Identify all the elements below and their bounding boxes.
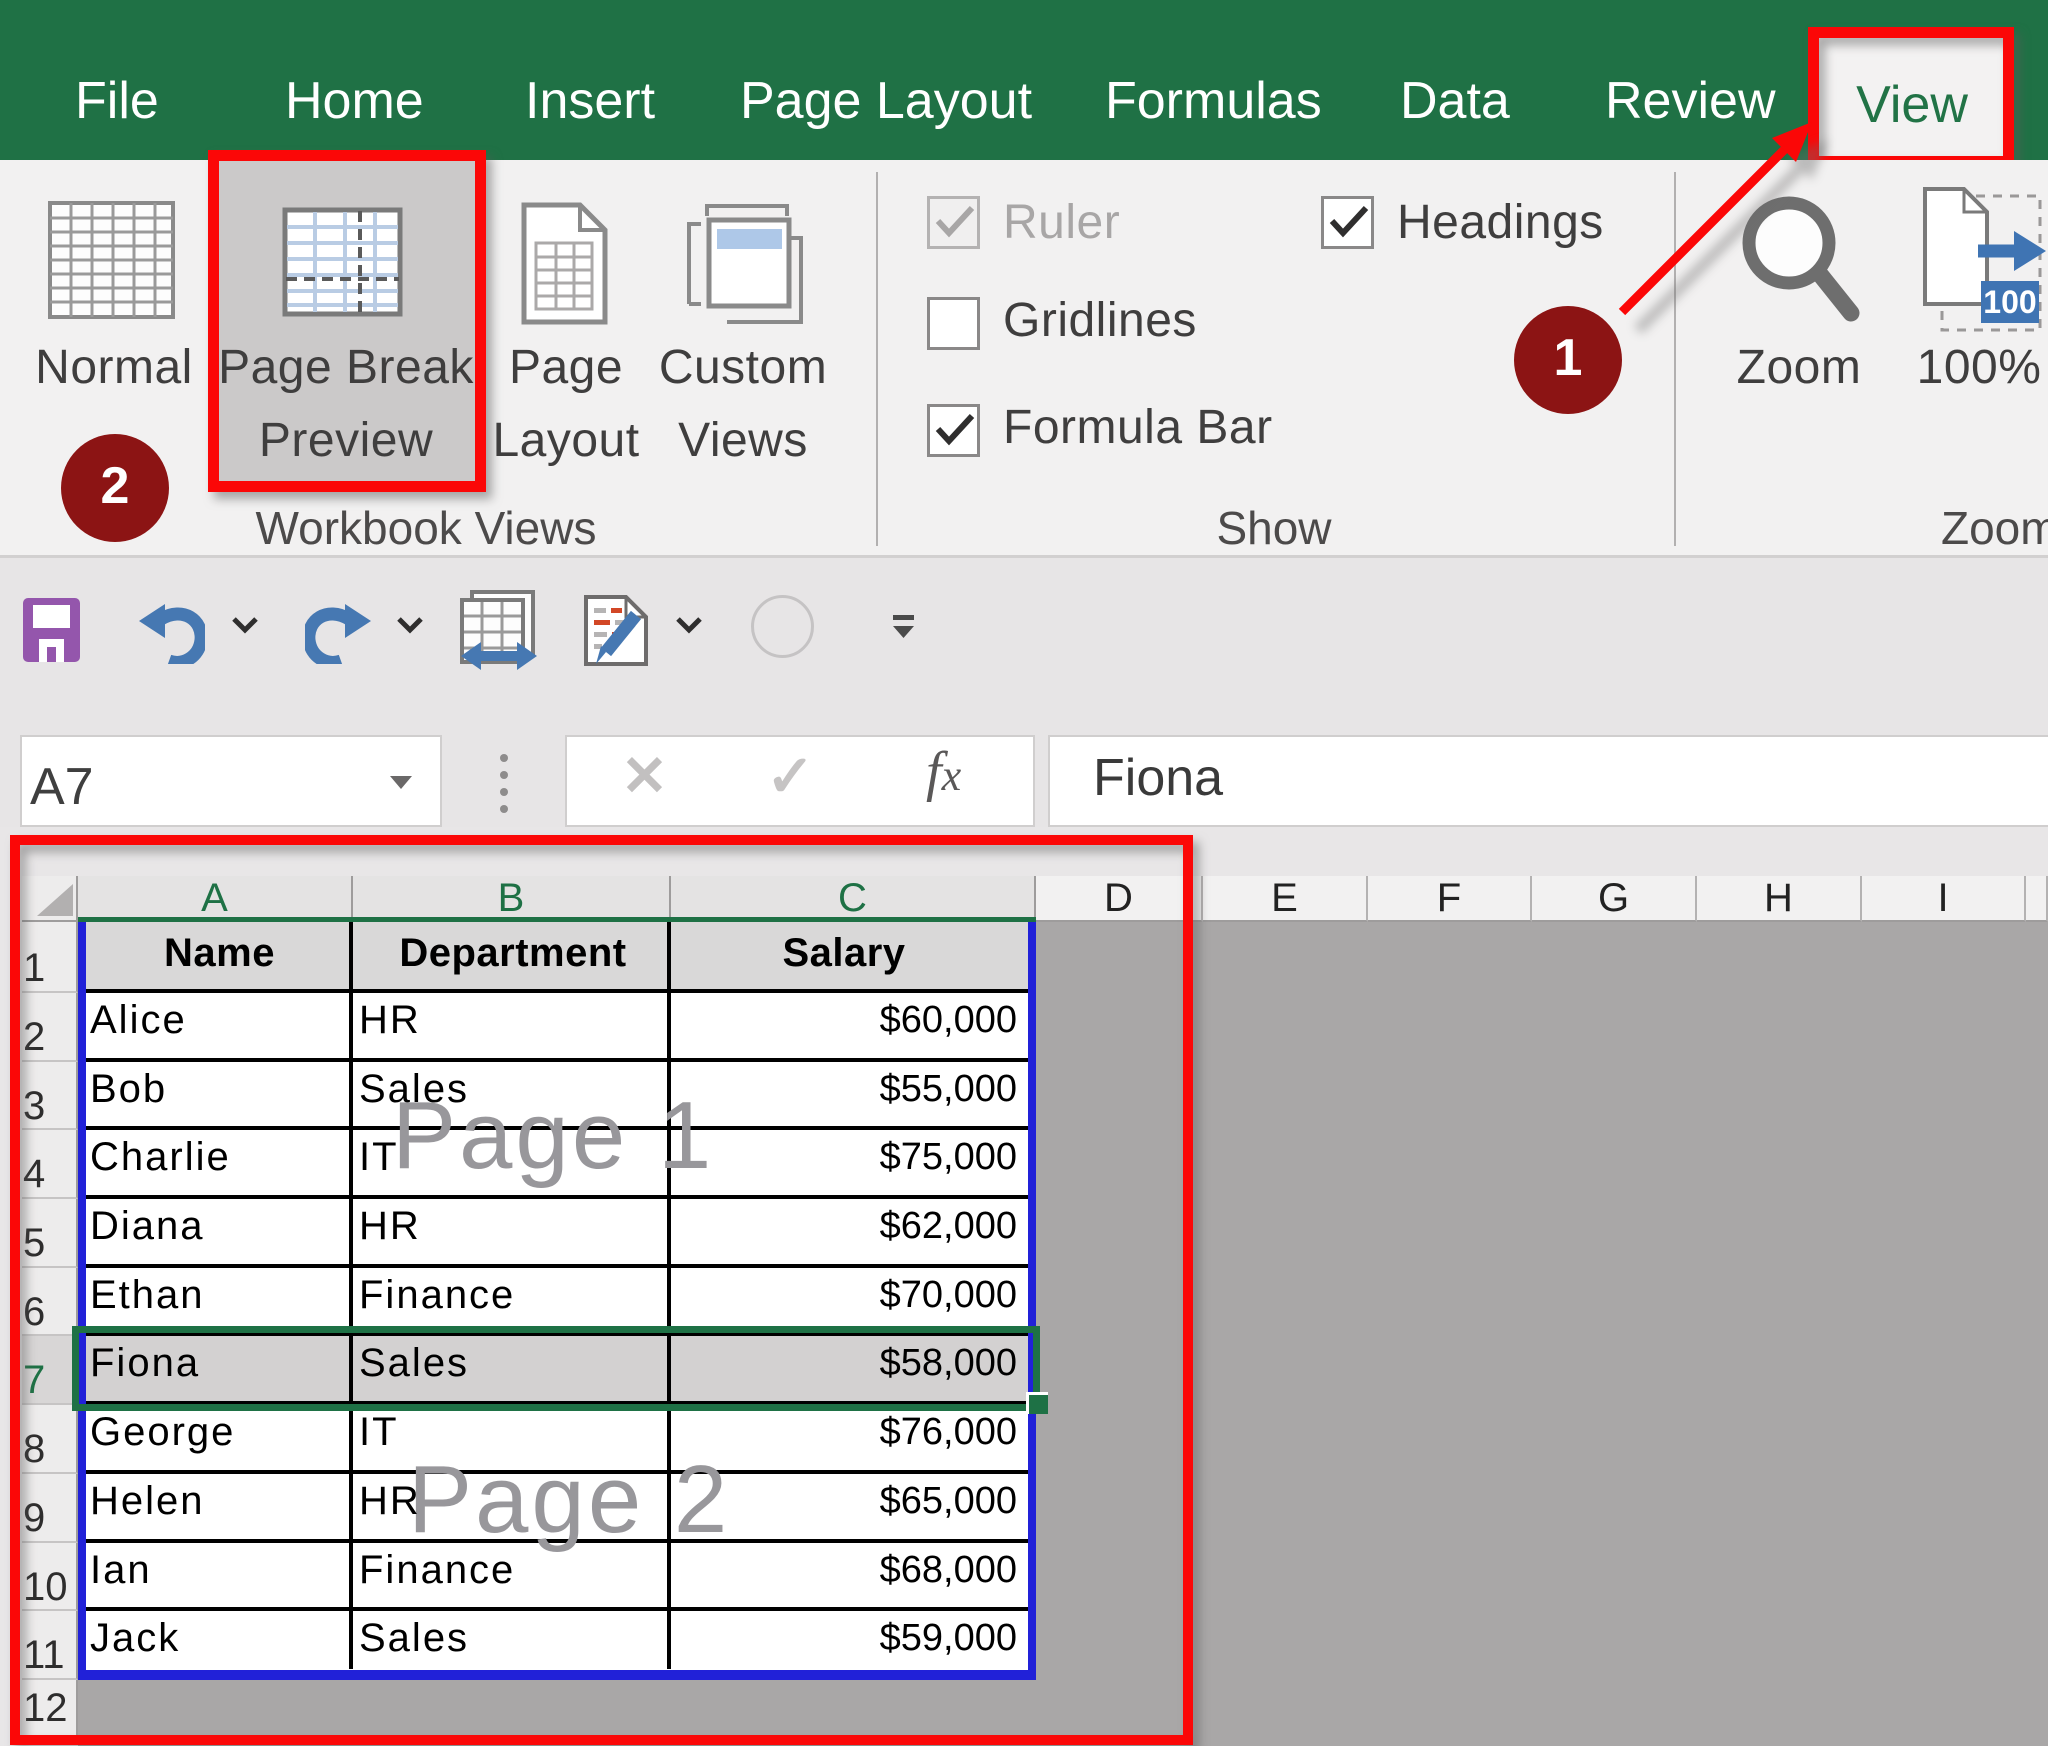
svg-text:100: 100 xyxy=(1983,284,2036,320)
